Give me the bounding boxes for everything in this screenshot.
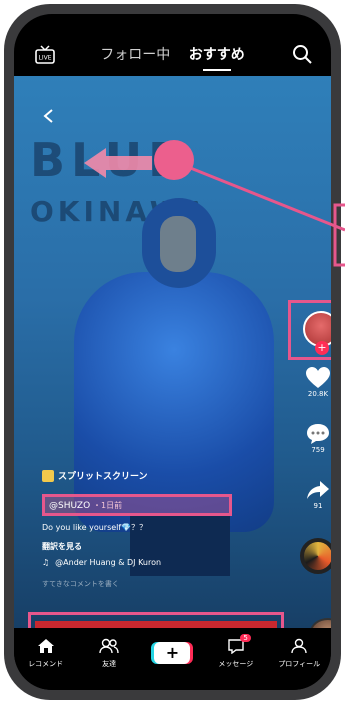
nav-friends[interactable]: 友達 bbox=[81, 638, 137, 669]
message-badge: 5 bbox=[240, 634, 251, 642]
music-disc-icon[interactable] bbox=[300, 538, 331, 574]
username[interactable]: @SHUZO bbox=[49, 501, 90, 511]
creator-avatar-highlight: + bbox=[288, 300, 331, 360]
nav-profile[interactable]: プロフィール bbox=[271, 638, 327, 669]
share-action[interactable]: 91 bbox=[288, 478, 331, 510]
nav-create[interactable]: + bbox=[144, 638, 200, 664]
split-screen-label: スプリットスクリーン bbox=[58, 472, 148, 482]
create-plus-icon[interactable]: + bbox=[154, 642, 191, 664]
nav-profile-label: プロフィール bbox=[278, 660, 321, 668]
translate-link[interactable]: 翻訳を見る bbox=[42, 541, 282, 552]
share-count: 91 bbox=[313, 502, 323, 510]
messages-icon-wrap: 5 bbox=[227, 634, 251, 656]
home-icon bbox=[37, 639, 54, 653]
comment-count: 759 bbox=[311, 446, 325, 454]
app-screen: LIVE フォロー中 おすすめ BLUE OKINAWA + 20.8K 759… bbox=[14, 14, 331, 690]
nav-home-label: レコメンド bbox=[28, 660, 64, 668]
follow-plus-icon[interactable]: + bbox=[315, 341, 329, 355]
music-note-icon: ♫ bbox=[42, 558, 50, 567]
like-count: 20.8K bbox=[307, 390, 329, 398]
like-action[interactable]: 20.8K bbox=[288, 366, 331, 398]
tab-recommended[interactable]: おすすめ bbox=[189, 47, 245, 63]
username-highlight[interactable]: @SHUZO ・1日前 bbox=[42, 494, 232, 516]
search-icon[interactable] bbox=[291, 43, 313, 65]
video-wall-text: BLUE bbox=[30, 133, 186, 187]
top-bar: LIVE フォロー中 おすすめ bbox=[14, 40, 331, 76]
comment-input-hint[interactable]: すてきなコメントを書く bbox=[42, 579, 282, 589]
back-chevron-icon[interactable] bbox=[42, 109, 56, 123]
post-date: ・1日前 bbox=[93, 501, 123, 510]
nav-messages[interactable]: 5 メッセージ bbox=[208, 634, 264, 669]
nav-friends-label: 友達 bbox=[102, 660, 117, 668]
video-caption: スプリットスクリーン @SHUZO ・1日前 Do you like yours… bbox=[42, 469, 282, 589]
nav-home[interactable]: レコメンド bbox=[18, 638, 74, 669]
phone-frame: LIVE フォロー中 おすすめ BLUE OKINAWA + 20.8K 759… bbox=[4, 4, 341, 700]
profile-icon bbox=[291, 638, 307, 654]
friends-icon bbox=[99, 638, 119, 654]
music-title: @Ander Huang & DJ Kuron bbox=[55, 558, 162, 567]
bottom-nav: レコメンド 友達 + 5 メッセージ プロフィール bbox=[14, 628, 331, 690]
music-row[interactable]: ♫ @Ander Huang & DJ Kuron bbox=[42, 558, 282, 567]
comment-action[interactable]: 759 bbox=[288, 422, 331, 454]
comment-icon[interactable] bbox=[305, 422, 331, 446]
share-arrow-icon[interactable] bbox=[305, 478, 331, 502]
tab-following[interactable]: フォロー中 bbox=[100, 47, 170, 63]
video-description: Do you like yourself💎？？ bbox=[42, 523, 148, 532]
split-screen-icon bbox=[42, 469, 54, 482]
split-screen-badge[interactable]: スプリットスクリーン bbox=[42, 469, 282, 482]
video-subject-face bbox=[160, 216, 196, 272]
nav-messages-label: メッセージ bbox=[218, 660, 254, 668]
heart-icon[interactable] bbox=[305, 366, 331, 390]
feed-tabs: フォロー中 おすすめ bbox=[14, 44, 331, 64]
